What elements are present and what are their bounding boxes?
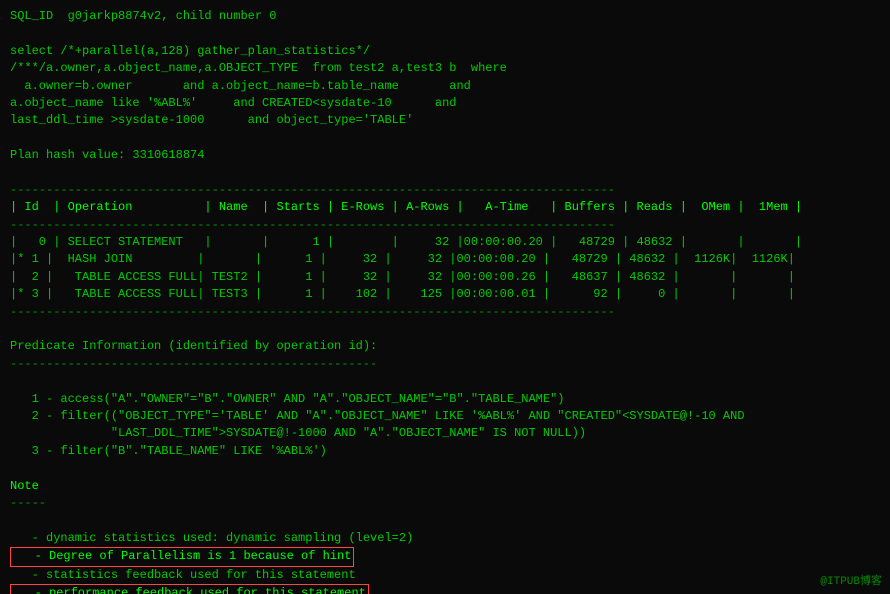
terminal-line-15: | 2 | TABLE ACCESS FULL| TEST2 | 1 | 32 … <box>10 269 880 286</box>
terminal-line-4: a.owner=b.owner and a.object_name=b.tabl… <box>10 78 880 95</box>
terminal-blank-line-26 <box>10 460 880 477</box>
terminal-line-2: select /*+parallel(a,128) gather_plan_st… <box>10 43 880 60</box>
terminal-line-32: - statistics feedback used for this stat… <box>10 567 880 584</box>
terminal-separator-10: ----------------------------------------… <box>10 182 880 199</box>
terminal-line-16: |* 3 | TABLE ACCESS FULL| TEST3 | 1 | 10… <box>10 286 880 303</box>
terminal-separator-20: ----------------------------------------… <box>10 356 880 373</box>
terminal-line-22: 1 - access("A"."OWNER"="B"."OWNER" AND "… <box>10 391 880 408</box>
terminal-line-24: "LAST_DDL_TIME">SYSDATE@!-1000 AND "A"."… <box>10 425 880 442</box>
terminal-blank-line-21 <box>10 373 880 390</box>
terminal-line-8: Plan hash value: 3310618874 <box>10 147 880 164</box>
terminal-line-19: Predicate Information (identified by ope… <box>10 338 880 355</box>
terminal-line-3: /***/a.owner,a.object_name,a.OBJECT_TYPE… <box>10 60 880 77</box>
terminal-line-5: a.object_name like '%ABL%' and CREATED<s… <box>10 95 880 112</box>
terminal-line-6: last_ddl_time >sysdate-1000 and object_t… <box>10 112 880 129</box>
terminal-separator-28: ----- <box>10 495 880 512</box>
terminal-line-31: - Degree of Parallelism is 1 because of … <box>10 547 880 566</box>
terminal-line-23: 2 - filter(("OBJECT_TYPE"='TABLE' AND "A… <box>10 408 880 425</box>
terminal-blank-line-18 <box>10 321 880 338</box>
terminal-blank-line-7 <box>10 130 880 147</box>
terminal-separator-17: ----------------------------------------… <box>10 304 880 321</box>
terminal-line-0: SQL_ID g0jarkp8874v2, child number 0 <box>10 8 880 25</box>
terminal-separator-12: ----------------------------------------… <box>10 217 880 234</box>
note-header: Note <box>10 478 880 495</box>
watermark: @ITPUB博客 <box>820 572 882 588</box>
terminal-blank-line-1 <box>10 25 880 42</box>
terminal-line-13: | 0 | SELECT STATEMENT | | 1 | | 32 |00:… <box>10 234 880 251</box>
terminal-line-33: - performance feedback used for this sta… <box>10 584 880 594</box>
terminal-line-14: |* 1 | HASH JOIN | | 1 | 32 | 32 |00:00:… <box>10 251 880 268</box>
terminal-window: SQL_ID g0jarkp8874v2, child number 0 sel… <box>0 0 890 594</box>
terminal-line-30: - dynamic statistics used: dynamic sampl… <box>10 530 880 547</box>
terminal-blank-line-9 <box>10 165 880 182</box>
terminal-blank-line-29 <box>10 512 880 529</box>
terminal-line-25: 3 - filter("B"."TABLE_NAME" LIKE '%ABL%'… <box>10 443 880 460</box>
table-header-row: | Id | Operation | Name | Starts | E-Row… <box>10 199 880 216</box>
